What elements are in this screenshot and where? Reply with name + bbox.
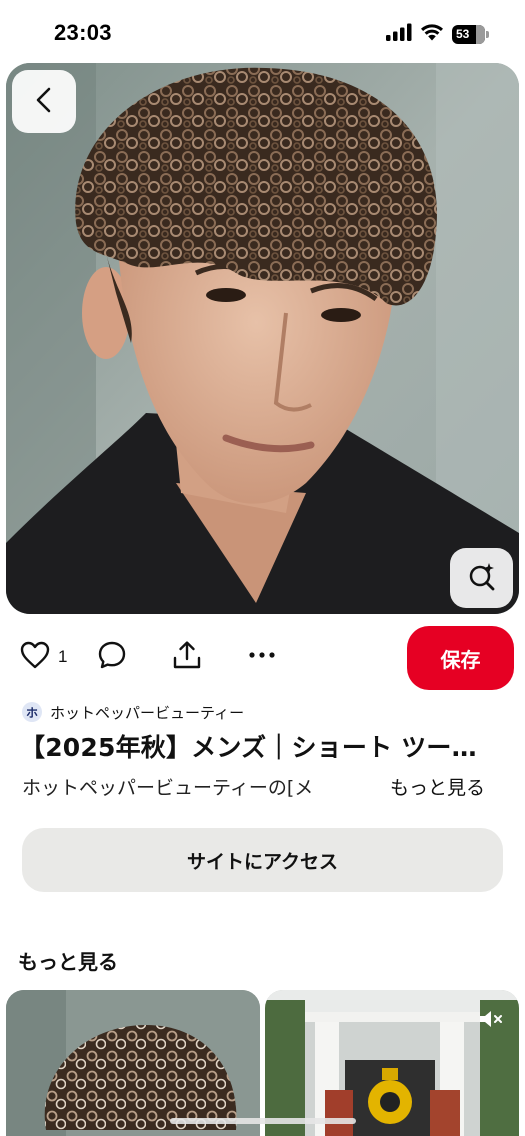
source-avatar: ホ — [22, 702, 42, 722]
lens-sparkle-icon — [467, 561, 497, 595]
pin-description: ホットペッパービューティーの[メ — [22, 776, 314, 799]
wifi-icon — [420, 23, 444, 45]
status-bar: 23:03 53 — [0, 0, 525, 62]
save-button[interactable]: 保存 — [407, 626, 514, 690]
battery-icon: 53 — [452, 24, 485, 44]
cellular-signal-icon — [386, 23, 412, 45]
home-indicator — [170, 1118, 356, 1124]
battery-tip — [486, 30, 489, 38]
pin-title: 【2025年秋】メンズ｜ショート ツー… — [20, 733, 477, 762]
more-options-icon — [247, 640, 277, 674]
show-more-link[interactable]: もっと見る — [390, 773, 485, 800]
pin-description-row: ホットペッパービューティーの[メ もっと見る — [22, 771, 502, 801]
share-icon — [172, 640, 202, 674]
pin-action-row: 1 保存 — [0, 626, 525, 690]
comment-icon — [97, 640, 127, 674]
comment-button[interactable] — [97, 641, 127, 673]
related-pin-card[interactable] — [6, 990, 260, 1136]
pin-detail-screen: 23:03 53 1 保存 ホ ホットペッパービューティー 【2025年秋】メン… — [0, 0, 525, 1136]
share-button[interactable] — [172, 641, 202, 673]
mute-icon[interactable] — [478, 1008, 504, 1030]
chevron-left-icon — [33, 86, 55, 118]
status-icons: 53 — [386, 23, 489, 45]
more-section-heading: もっと見る — [18, 950, 118, 974]
heart-icon — [20, 641, 50, 673]
pin-image[interactable] — [6, 63, 519, 614]
visual-search-button[interactable] — [450, 548, 513, 608]
visit-site-button[interactable]: サイトにアクセス — [22, 828, 503, 892]
pin-source[interactable]: ホ ホットペッパービューティー — [22, 700, 244, 724]
more-options-button[interactable] — [247, 641, 277, 673]
like-count: 1 — [58, 647, 68, 666]
status-time: 23:03 — [54, 20, 112, 45]
like-button[interactable]: 1 — [20, 641, 67, 673]
back-button[interactable] — [12, 70, 76, 133]
source-name: ホットペッパービューティー — [50, 703, 245, 722]
